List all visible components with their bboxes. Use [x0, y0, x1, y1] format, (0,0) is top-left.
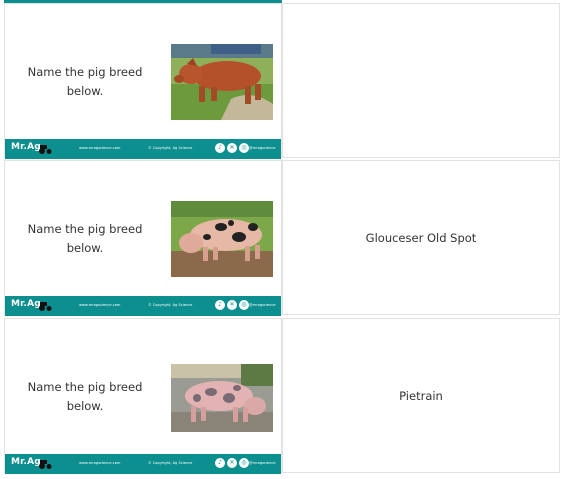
card-footer: Mr.Ag www.mragscience.com © Copyright, A…: [5, 296, 281, 316]
red-pig-photo: [171, 44, 273, 120]
x-icon[interactable]: ✕: [227, 458, 237, 468]
x-icon[interactable]: ✕: [227, 143, 237, 153]
question-text: Name the pig breed below.: [27, 380, 143, 413]
copyright-text: © Copyright, Ag Science: [148, 461, 193, 465]
spotted-pig-photo: [171, 201, 273, 277]
flashcard-front-2: Name the pig breed below. Mr.Ag www.mrag…: [4, 160, 282, 316]
question-text: Name the pig breed below.: [27, 65, 143, 98]
answer-text: Pietrain: [399, 388, 443, 403]
card-footer: Mr.Ag www.mragscience.com © Copyright, A…: [5, 454, 281, 474]
answer-text: Glouceser Old Spot: [365, 230, 477, 245]
pietrain-pig-photo: [171, 364, 273, 440]
copyright-text: © Copyright, Ag Science: [148, 303, 193, 307]
tractor-icon: [39, 460, 52, 469]
tiktok-icon[interactable]: ♪: [215, 143, 225, 153]
tiktok-icon[interactable]: ♪: [215, 458, 225, 468]
flashcard-back-3: Pietrain: [282, 318, 560, 473]
social-icons: ♪ ✕ ◎: [215, 143, 249, 153]
social-icons: ♪ ✕ ◎: [215, 300, 249, 310]
flashcard-front-3: Name the pig breed below. Mr.Ag www.mrag…: [4, 318, 282, 474]
flashcard-back-1: [282, 3, 560, 158]
instagram-icon[interactable]: ◎: [239, 300, 249, 310]
copyright-text: © Copyright, Ag Science: [148, 146, 193, 150]
x-icon[interactable]: ✕: [227, 300, 237, 310]
brand-logo: Mr.Ag: [11, 299, 41, 309]
tractor-icon: [39, 145, 52, 154]
social-handle: @mragscience: [249, 146, 276, 150]
flashcard-front-1: Name the pig breed below. Mr.Ag www.mrag…: [4, 3, 282, 159]
question-text: Name the pig breed below.: [27, 222, 143, 255]
tractor-icon: [39, 302, 52, 311]
brand-logo: Mr.Ag: [11, 142, 41, 152]
instagram-icon[interactable]: ◎: [239, 458, 249, 468]
tiktok-icon[interactable]: ♪: [215, 300, 225, 310]
instagram-icon[interactable]: ◎: [239, 143, 249, 153]
flashcard-sheet: Name the pig breed below. Mr.Ag www.mrag…: [0, 0, 563, 479]
social-icons: ♪ ✕ ◎: [215, 458, 249, 468]
website-text: www.mragscience.com: [79, 146, 121, 150]
social-handle: @mragscience: [249, 303, 276, 307]
social-handle: @mragscience: [249, 461, 276, 465]
website-text: www.mragscience.com: [79, 461, 121, 465]
flashcard-back-2: Glouceser Old Spot: [282, 160, 560, 315]
brand-logo: Mr.Ag: [11, 457, 41, 467]
website-text: www.mragscience.com: [79, 303, 121, 307]
card-footer: Mr.Ag www.mragscience.com © Copyright, A…: [5, 139, 281, 159]
